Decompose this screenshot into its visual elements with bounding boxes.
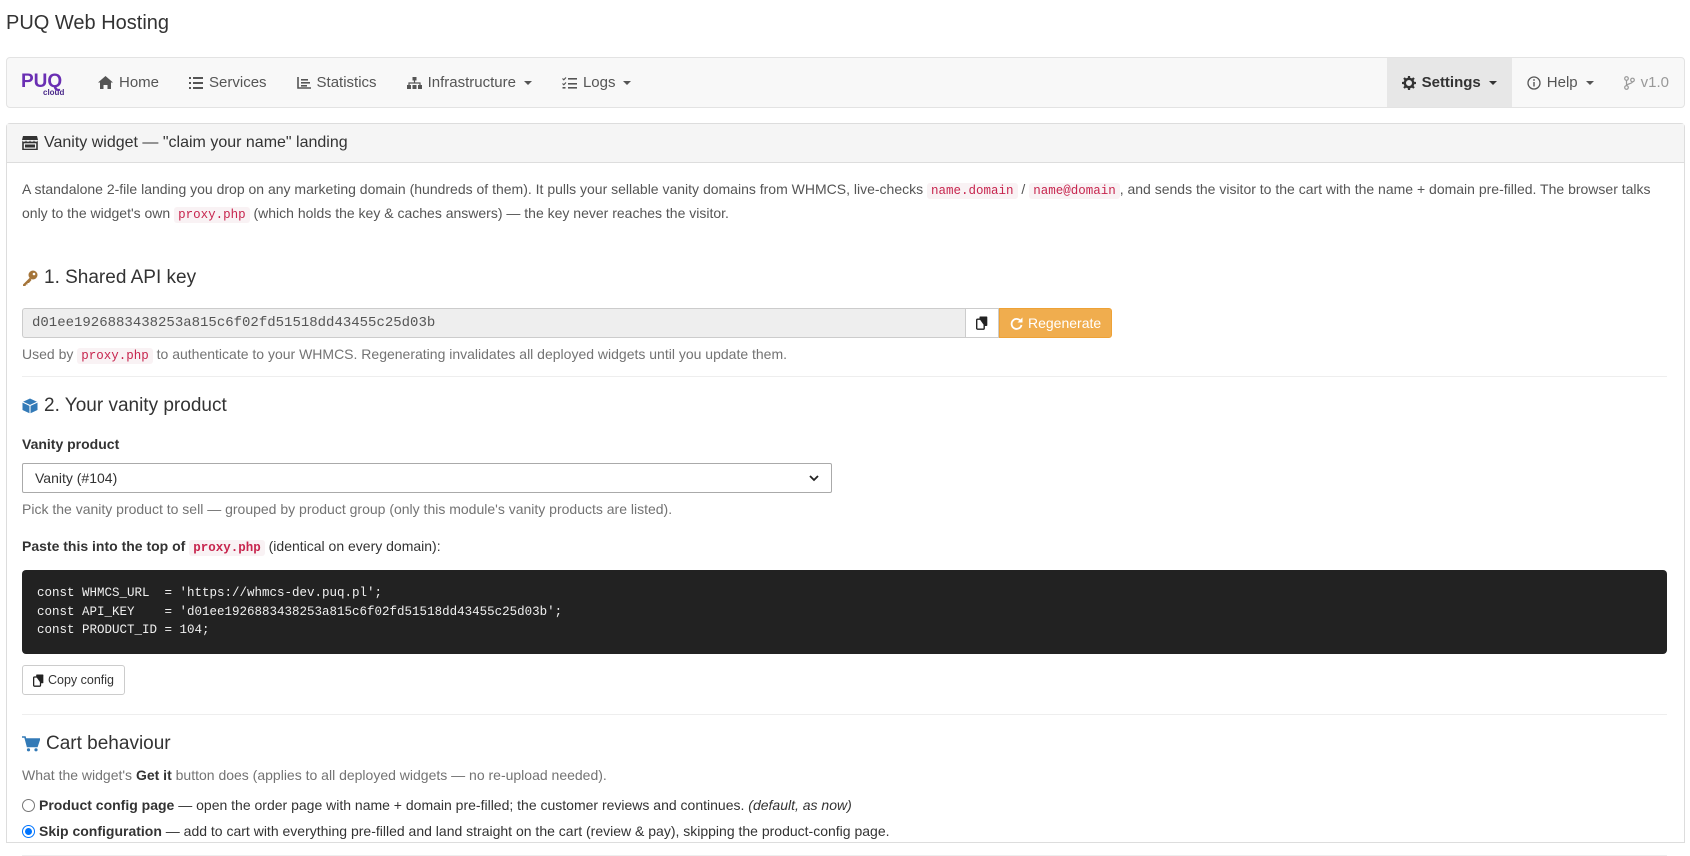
sitemap-icon <box>406 76 422 89</box>
api-key-group: d01ee1926883438253a815c6f02fd51518dd4345… <box>22 308 1113 338</box>
chevron-down-icon <box>523 80 532 85</box>
api-key-help: Used by proxy.php to authenticate to you… <box>22 346 788 364</box>
option-desc: — open the order page with name + domain… <box>174 797 749 813</box>
chevron-down-icon <box>1585 80 1594 85</box>
copy-icon <box>976 316 988 330</box>
cart-icon <box>22 736 40 752</box>
panel-body: A standalone 2-file landing you drop on … <box>7 163 1684 856</box>
intro-part: (which holds the key & caches answers) —… <box>249 205 729 221</box>
gear-icon <box>1401 75 1416 90</box>
config-code-block: const WHMCS_URL = 'https://whmcs-dev.puq… <box>22 570 1667 654</box>
nav-version[interactable]: v1.0 <box>1609 58 1684 107</box>
brand-logo[interactable]: PUQ cloud <box>7 58 83 107</box>
nav-home[interactable]: Home <box>83 58 174 107</box>
regenerate-button[interactable]: Regenerate <box>999 308 1113 338</box>
app-title: PUQ Web Hosting <box>6 12 170 34</box>
refresh-icon <box>1010 317 1023 330</box>
radio-skip-config[interactable] <box>22 824 35 838</box>
nav-infrastructure[interactable]: Infrastructure <box>392 58 547 107</box>
api-key-heading: 1. Shared API key <box>22 267 196 289</box>
nav-help-label: Help <box>1546 74 1578 91</box>
tasks-icon <box>562 76 577 89</box>
inline-code: name.domain <box>927 183 1018 199</box>
chevron-down-icon <box>623 80 632 85</box>
cart-behaviour-heading-text: Cart behaviour <box>46 733 171 754</box>
nav-settings-label: Settings <box>1421 74 1481 91</box>
regenerate-label: Regenerate <box>1028 315 1102 331</box>
inline-code: proxy.php <box>77 348 153 364</box>
radio-config-page[interactable] <box>22 798 35 812</box>
inline-code: proxy.php <box>189 540 265 556</box>
branch-icon <box>1623 75 1635 90</box>
vanity-product-help: Pick the vanity product to sell — groupe… <box>22 501 673 517</box>
home-icon <box>98 76 113 89</box>
copy-config-button[interactable]: Copy config <box>22 665 126 695</box>
brand-sub-text: cloud <box>43 88 64 96</box>
api-key-heading-text: 1. Shared API key <box>44 267 197 288</box>
intro-part: A standalone 2-file landing you drop on … <box>22 181 927 197</box>
option-text: Skip configuration — add to cart with ev… <box>39 823 890 839</box>
nav-services[interactable]: Services <box>174 58 282 107</box>
nav-version-label: v1.0 <box>1640 74 1669 91</box>
navbar: PUQ cloud Home Services Statistics Infra… <box>6 57 1685 108</box>
api-key-field[interactable]: d01ee1926883438253a815c6f02fd51518dd4345… <box>22 308 965 338</box>
help-part: to authenticate to your WHMCS. Regenerat… <box>152 346 788 362</box>
intro-separator: / <box>1017 181 1030 197</box>
nav-statistics[interactable]: Statistics <box>282 58 392 107</box>
nav-logs[interactable]: Logs <box>547 58 647 107</box>
vanity-widget-panel: Vanity widget — "claim your name" landin… <box>6 123 1685 856</box>
desc-bold: Get it <box>135 767 172 783</box>
nav-services-label: Services <box>209 74 267 91</box>
option-title: Skip configuration <box>39 823 162 839</box>
cube-icon <box>22 398 38 414</box>
option-text: Product config page — open the order pag… <box>39 797 852 813</box>
panel-heading: Vanity widget — "claim your name" landin… <box>7 124 1684 163</box>
chart-icon <box>296 76 311 89</box>
cart-option-skip-config[interactable]: Skip configuration — add to cart with ev… <box>22 823 890 839</box>
cart-behaviour-heading: Cart behaviour <box>22 733 171 755</box>
divider <box>22 376 1667 377</box>
nav-help[interactable]: Help <box>1512 58 1609 107</box>
option-desc: — add to cart with everything pre-filled… <box>161 823 890 839</box>
option-title: Product config page <box>39 797 175 813</box>
puq-logo: PUQ cloud <box>21 71 64 96</box>
divider <box>22 714 1667 715</box>
vanity-product-heading: 2. Your vanity product <box>22 395 227 417</box>
nav-home-label: Home <box>119 74 160 91</box>
chevron-down-icon <box>1488 80 1497 85</box>
key-icon <box>23 270 38 286</box>
nav-settings[interactable]: Settings <box>1386 58 1512 107</box>
info-icon <box>1527 75 1541 90</box>
store-icon <box>22 136 38 150</box>
list-icon <box>189 76 204 89</box>
inline-code: name@domain <box>1029 183 1120 199</box>
desc-part: button does (applies to all deployed wid… <box>171 767 607 783</box>
intro-text: A standalone 2-file landing you drop on … <box>22 178 1662 226</box>
vanity-product-selected: Vanity (#104) <box>35 470 118 486</box>
vanity-product-label: Vanity product <box>22 436 120 452</box>
panel-title: Vanity widget — "claim your name" landin… <box>44 134 348 151</box>
paste-part: Paste this into the top of <box>22 538 190 554</box>
paste-instruction: Paste this into the top of proxy.php (id… <box>22 538 441 556</box>
cart-behaviour-desc: What the widget's Get it button does (ap… <box>22 767 607 783</box>
paste-part: (identical on every domain): <box>264 538 441 554</box>
cart-option-config-page[interactable]: Product config page — open the order pag… <box>22 797 852 813</box>
nav-infrastructure-label: Infrastructure <box>427 74 516 91</box>
desc-part: What the widget's <box>22 767 136 783</box>
vanity-product-select[interactable]: Vanity (#104) <box>22 463 832 493</box>
nav-statistics-label: Statistics <box>316 74 377 91</box>
copy-icon <box>33 674 44 687</box>
copy-config-label: Copy config <box>48 673 115 687</box>
inline-code: proxy.php <box>174 207 250 223</box>
copy-key-button[interactable] <box>965 308 999 338</box>
option-note: (default, as now) <box>748 797 852 813</box>
help-part: Used by <box>22 346 78 362</box>
nav-logs-label: Logs <box>582 74 616 91</box>
vanity-product-heading-text: 2. Your vanity product <box>44 395 227 416</box>
chevron-down-icon <box>809 474 819 481</box>
